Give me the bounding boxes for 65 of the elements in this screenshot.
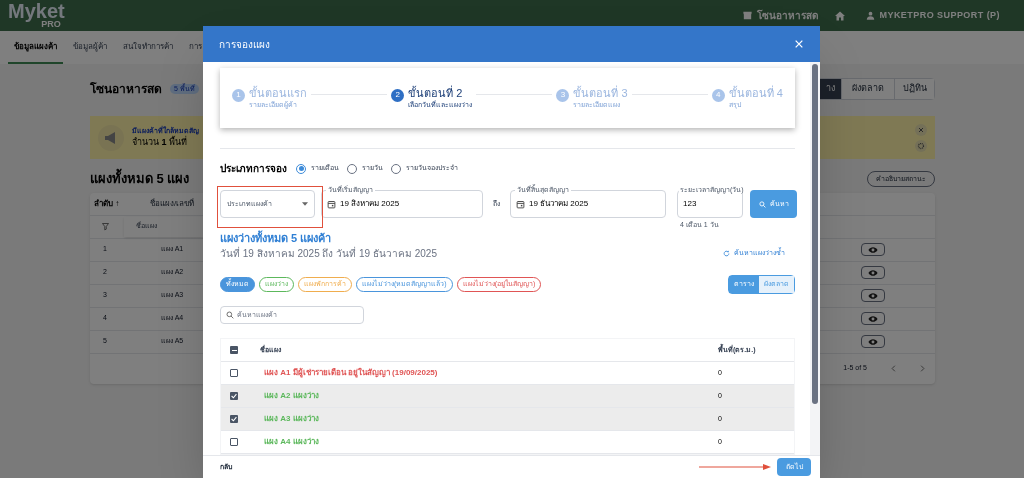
step-number: 3 xyxy=(556,88,570,102)
step-title: ขั้นตอนแรก xyxy=(249,86,307,101)
eye-icon xyxy=(868,245,878,254)
eye-icon xyxy=(868,337,878,346)
view-tab[interactable]: ปฏิทิน xyxy=(894,79,934,99)
search-icon xyxy=(226,311,234,320)
step-title: ขั้นตอนที่ 2 xyxy=(408,86,464,100)
checkbox[interactable] xyxy=(230,346,238,354)
calendar-icon xyxy=(327,199,336,209)
step-number: 2 xyxy=(391,88,405,102)
alert-text: จำนวน 1 พื้นที่ xyxy=(132,136,189,149)
nav-tab[interactable]: ข้อมูลผู้ค้า xyxy=(67,31,113,64)
step-number: 4 xyxy=(711,88,725,102)
settings-icon[interactable] xyxy=(915,139,927,152)
caret-icon xyxy=(302,202,308,207)
view-tab[interactable]: ผังตลาด xyxy=(841,79,894,99)
close-icon[interactable] xyxy=(915,123,927,136)
dialog-title: การจองแผง xyxy=(219,37,270,52)
stall-name: แผง A4 แผงว่าง xyxy=(264,436,319,448)
step-number: 1 xyxy=(232,88,245,102)
view-button[interactable] xyxy=(861,266,885,279)
check-icon xyxy=(231,416,237,422)
zone-link[interactable]: โซนอาหารสด xyxy=(757,8,819,23)
checkbox[interactable] xyxy=(230,369,238,377)
nav-tab[interactable]: การ xyxy=(183,31,208,64)
result-title: แผงว่างทั้งหมด 5 แผงค้า xyxy=(220,231,333,246)
section-heading: แผงทั้งหมด 5 แผง xyxy=(90,169,190,189)
close-icon[interactable] xyxy=(794,39,804,49)
scrollbar-thumb[interactable] xyxy=(812,64,818,404)
stall-name: แผง A1 มีผู้เช่ารายเดือน อยู่ในสัญญา (19/09/2025) xyxy=(264,367,438,379)
step-title: ขั้นตอนที่ 4 xyxy=(728,86,783,101)
user-icon xyxy=(866,11,876,20)
view-button[interactable] xyxy=(861,289,885,302)
view-button[interactable] xyxy=(861,335,885,348)
calendar-icon xyxy=(516,199,525,209)
column-header[interactable]: ลำดับ ↑ xyxy=(90,197,126,210)
stall-name: แผง A3 แผงว่าง xyxy=(264,413,319,425)
step-title: ขั้นตอนที่ 3 xyxy=(573,86,628,101)
stall-name: แผง A2 แผงว่าง xyxy=(264,390,319,402)
eye-icon xyxy=(868,268,878,277)
check-icon xyxy=(231,393,237,399)
checkbox[interactable] xyxy=(230,438,238,446)
result-dates: วันที่ 19 สิงหาคม 2025 ถึง วันที่ 19 ธันวาคม 2025 xyxy=(220,246,437,262)
megaphone-icon xyxy=(98,124,124,151)
nav-tab[interactable]: สนใจทำการค้า xyxy=(117,31,179,64)
logo-subtitle: PRO xyxy=(41,20,61,29)
user-menu[interactable]: MYKETPRO SUPPORT (P) xyxy=(879,8,1000,23)
eye-icon xyxy=(868,314,878,323)
page-title: โซนอาหารสด xyxy=(90,81,162,98)
duration-value: 123 xyxy=(683,198,697,211)
search-icon xyxy=(758,200,766,208)
date-value: 19 สิงหาคม 2025 xyxy=(340,198,400,211)
refresh-icon xyxy=(723,250,730,258)
scrollbar[interactable] xyxy=(810,62,820,455)
arrow-annotation xyxy=(699,464,771,470)
date-value: 19 ธันวาคม 2025 xyxy=(529,198,589,211)
filter-icon[interactable] xyxy=(100,222,110,231)
eye-icon xyxy=(868,291,878,300)
field-label: ประเภทการจอง xyxy=(220,162,287,177)
view-button[interactable] xyxy=(861,243,885,256)
home-icon[interactable] xyxy=(834,9,847,22)
logo: Myket xyxy=(8,2,65,20)
view-button[interactable] xyxy=(861,312,885,325)
store-icon xyxy=(742,10,754,21)
nav-tab[interactable]: ข้อมูลแผงค้า xyxy=(8,31,63,64)
